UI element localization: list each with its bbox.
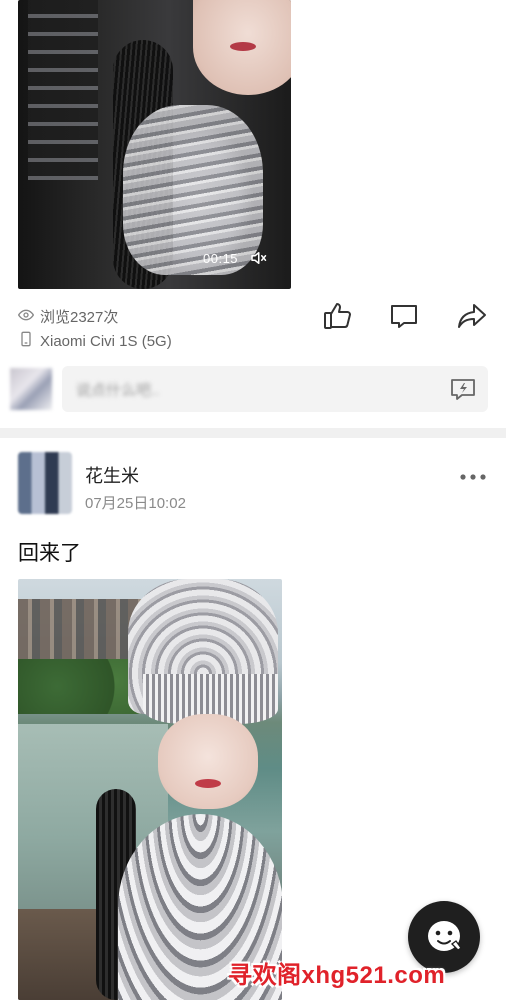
mascot-face-icon	[428, 921, 462, 951]
mute-icon[interactable]	[249, 249, 267, 267]
post-image[interactable]	[18, 579, 282, 1000]
device-text: Xiaomi Civi 1S (5G)	[40, 332, 172, 350]
comment-placeholder: 说点什么吧..	[76, 382, 160, 399]
post-timestamp: 07月25日10:02	[85, 495, 186, 512]
comment-bubble-icon	[391, 305, 417, 328]
view-count-text: 浏览2327次	[40, 309, 119, 326]
photo-lips	[230, 42, 256, 51]
view-count: 浏览2327次	[17, 306, 119, 327]
thumbs-up-icon	[324, 303, 351, 329]
post-video-thumbnail[interactable]	[18, 0, 291, 289]
photo-face	[158, 714, 258, 809]
quick-reply-icon[interactable]	[450, 377, 476, 401]
comment-input[interactable]: 说点什么吧..	[62, 366, 488, 412]
post-divider	[0, 428, 506, 438]
eye-icon	[17, 307, 35, 327]
share-button[interactable]	[456, 300, 488, 332]
photo-silver-necklace	[123, 105, 263, 275]
comment-button[interactable]	[388, 300, 420, 332]
more-dots-icon[interactable]	[458, 470, 488, 484]
video-duration: 00:15	[203, 251, 239, 266]
site-watermark: 寻欢阁xhg521.com	[228, 962, 446, 989]
author-avatar[interactable]	[18, 452, 72, 514]
share-arrow-icon	[458, 304, 486, 328]
author-username[interactable]: 花生米	[85, 462, 139, 488]
like-button[interactable]	[322, 300, 354, 332]
current-user-avatar	[10, 368, 52, 410]
post-body-text: 回来了	[18, 542, 81, 565]
photo-lips	[195, 779, 221, 788]
phone-icon	[18, 331, 34, 351]
photo-background-garment	[28, 0, 98, 180]
device-info: Xiaomi Civi 1S (5G)	[18, 331, 172, 351]
